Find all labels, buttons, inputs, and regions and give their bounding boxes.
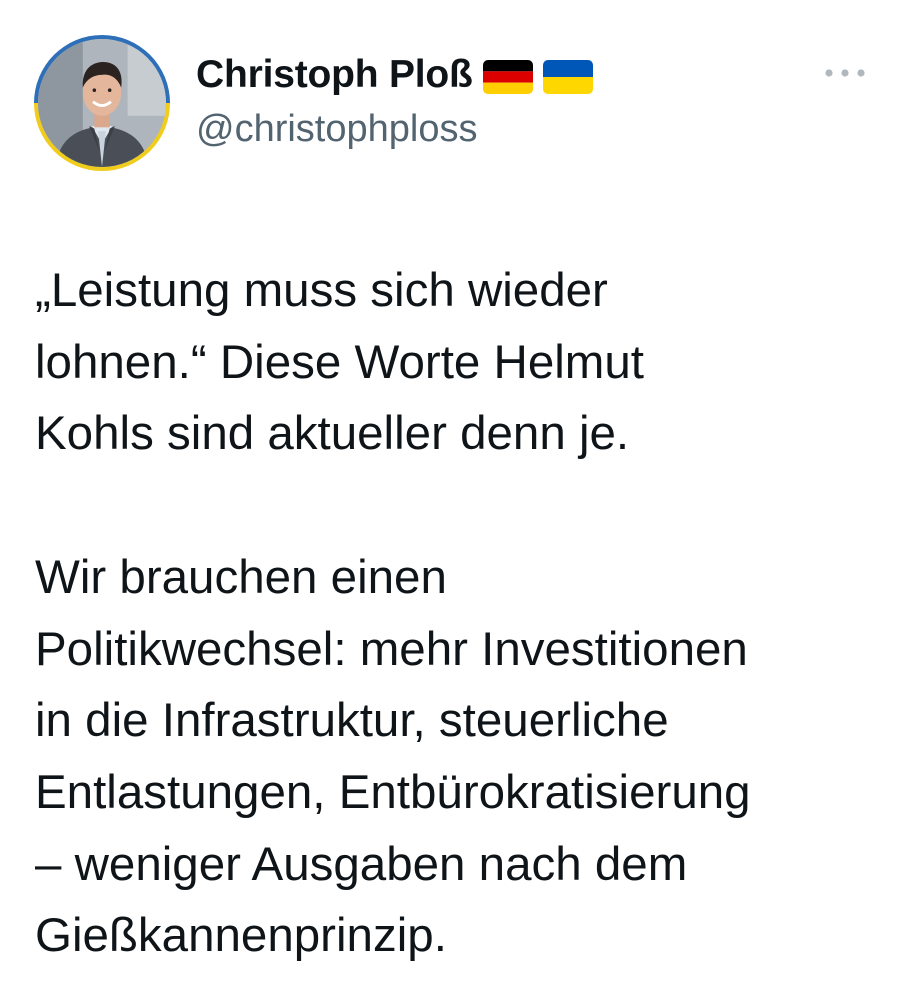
profile-photo: [38, 39, 166, 167]
germany-flag-icon: [482, 60, 533, 94]
ukraine-flag-icon: [542, 60, 593, 94]
profile-photo-drawing: [38, 39, 166, 167]
tweet: Christoph Ploß @christophploss „Leistung…: [0, 0, 906, 1000]
more-options-button[interactable]: [818, 58, 872, 88]
tweet-line: Entlastungen, Entbürokratisierung: [35, 765, 751, 819]
tweet-line: – weniger Ausgaben nach dem: [35, 837, 688, 891]
tweet-text: „Leistung muss sich wieder lohnen.“ Dies…: [35, 255, 885, 972]
author-name[interactable]: Christoph Ploß: [196, 50, 593, 100]
tweet-line: Politikwechsel: mehr Investitionen: [35, 622, 748, 676]
tweet-line: Wir brauchen einen: [35, 550, 447, 604]
more-horizontal-icon: [825, 69, 865, 77]
display-name[interactable]: Christoph Ploß: [196, 53, 473, 97]
tweet-line: „Leistung muss sich wieder: [35, 264, 608, 317]
tweet-line: lohnen.“ Diese Worte Helmut: [35, 335, 644, 389]
tweet-line: Kohls sind aktueller denn je.: [35, 407, 630, 461]
tweet-line: in die Infrastruktur, steuerliche: [35, 694, 669, 748]
tweet-line: Gießkannenprinzip.: [35, 909, 447, 963]
avatar[interactable]: [34, 35, 170, 171]
author-handle[interactable]: @christophploss: [196, 108, 477, 151]
